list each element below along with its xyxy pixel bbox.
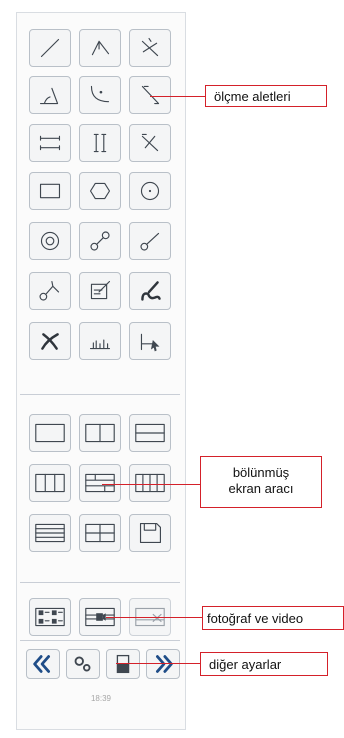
circle-line-tool-button[interactable] (129, 222, 171, 260)
signature-tool-button[interactable] (129, 272, 171, 310)
circle-line-icon (140, 232, 160, 251)
next-button[interactable] (146, 649, 180, 679)
parallel-vertical-icon (93, 133, 107, 153)
signature-icon (141, 281, 161, 301)
edit-tool-button[interactable] (79, 272, 121, 310)
angle-bisector-icon (91, 40, 110, 56)
hexagon-icon (89, 182, 111, 200)
storage-icon (116, 654, 130, 674)
diagonal-line-icon (141, 85, 160, 105)
status-time: 18:39 (90, 694, 112, 703)
crossing-lines-tool-button[interactable] (129, 29, 171, 67)
layout-two-columns-button[interactable] (79, 414, 121, 452)
callout-leader-measurement (150, 96, 205, 97)
section-divider (20, 394, 180, 395)
point-branch-icon (39, 280, 60, 301)
callout-split-screen-line2: ekran aracı (228, 481, 294, 496)
histogram-tool-button[interactable] (79, 322, 121, 360)
layout-two-rows-icon (135, 423, 165, 443)
two-circle-link-tool-button[interactable] (79, 222, 121, 260)
section-divider (20, 640, 180, 641)
rectangle-tool-button[interactable] (29, 172, 71, 210)
cursor-axis-icon (140, 333, 160, 352)
callout-split-screen: bölünmüş ekran aracı (200, 456, 322, 508)
concentric-circles-icon (40, 231, 60, 251)
point-branch-tool-button[interactable] (29, 272, 71, 310)
crossing-lines-icon (141, 37, 159, 57)
diagonal-lines-icon (141, 133, 159, 152)
settings-button[interactable] (66, 649, 100, 679)
layout-grid-rows-button[interactable] (79, 464, 121, 502)
layout-three-columns-button[interactable] (29, 464, 71, 502)
callout-leader-other-settings (116, 663, 200, 664)
layout-four-panes-icon (85, 523, 115, 543)
line-icon (40, 38, 60, 58)
cross-tool-button[interactable] (29, 322, 71, 360)
cross-tool-icon (41, 333, 59, 350)
angle-bisector-tool-button[interactable] (79, 29, 121, 67)
layout-single-icon (35, 423, 65, 443)
save-icon (139, 522, 161, 544)
storage-button[interactable] (106, 649, 140, 679)
callout-measurement-tools: ölçme aletleri (205, 85, 327, 107)
layout-grid-rows-icon (85, 473, 115, 493)
layout-two-rows-button[interactable] (129, 414, 171, 452)
save-layout-button[interactable] (129, 514, 171, 552)
circle-icon (140, 181, 160, 201)
section-divider (20, 582, 180, 583)
photo-grid-button[interactable] (29, 598, 71, 636)
hexagon-tool-button[interactable] (79, 172, 121, 210)
layout-four-columns-icon (135, 473, 165, 493)
photo-grid-icon (35, 607, 65, 627)
curve-measure-tool-button[interactable] (79, 76, 121, 114)
callout-photo-video: fotoğraf ve video (202, 606, 344, 630)
gear-icon (74, 656, 91, 672)
layout-four-rows-icon (35, 523, 65, 543)
layout-two-columns-icon (85, 423, 115, 443)
diagonal-lines-tool-button[interactable] (129, 124, 171, 162)
layout-three-columns-icon (35, 473, 65, 493)
callout-split-screen-line1: bölünmüş (232, 465, 290, 480)
parallel-horizontal-icon (39, 135, 61, 151)
parallel-horizontal-tool-button[interactable] (29, 124, 71, 162)
double-chevron-left-icon (33, 655, 50, 673)
diagonal-line-tool-button[interactable] (129, 76, 171, 114)
two-circle-link-icon (90, 231, 110, 251)
angle-measure-icon (39, 87, 59, 105)
double-chevron-right-icon (156, 655, 173, 673)
line-tool-button[interactable] (29, 29, 71, 67)
layout-four-rows-button[interactable] (29, 514, 71, 552)
edit-icon (90, 280, 111, 300)
rectangle-icon (39, 183, 61, 199)
layout-four-panes-button[interactable] (79, 514, 121, 552)
callout-leader-split-screen (102, 484, 200, 485)
angle-measure-tool-button[interactable] (29, 76, 71, 114)
curve-measure-icon (90, 85, 110, 103)
parallel-vertical-tool-button[interactable] (79, 124, 121, 162)
previous-button[interactable] (26, 649, 60, 679)
callout-other-settings: diğer ayarlar (200, 652, 328, 676)
circle-tool-button[interactable] (129, 172, 171, 210)
cursor-axis-tool-button[interactable] (129, 322, 171, 360)
layout-four-columns-button[interactable] (129, 464, 171, 502)
callout-leader-photo-video (106, 617, 202, 618)
layout-single-button[interactable] (29, 414, 71, 452)
concentric-circles-tool-button[interactable] (29, 222, 71, 260)
histogram-icon (89, 339, 111, 350)
